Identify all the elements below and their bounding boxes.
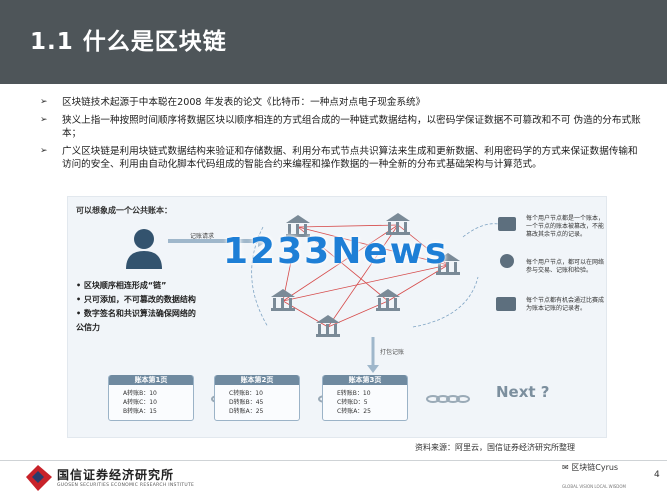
diagram-question: 可以想象成一个公共账本： [76, 206, 172, 215]
feature-item: • 区块顺序相连形成“链” [76, 281, 167, 290]
bullet-text: 狭义上指一种按照时间顺序将数据区块以顺序相连的方式组合成的一种链式数据结构，以密… [62, 114, 641, 140]
ledger-page-card: 账本第2页 C转账B：10 D转账B：45 D转账A：25 [214, 375, 300, 421]
bullet-item: ➢ 狭义上指一种按照时间顺序将数据区块以顺序相连的方式组合成的一种链式数据结构，… [40, 114, 646, 141]
ledger-row: A转账C：10 [123, 399, 157, 406]
page-title: 1.1 什么是区块链 [30, 29, 227, 55]
arrow-bullet-icon: ➢ [40, 145, 48, 156]
ledger-row: D转账A：25 [229, 408, 264, 415]
ledger-page-title: 账本第2页 [215, 375, 299, 385]
title-bar: 1.1 什么是区块链 [0, 0, 667, 84]
right-note: 每个用户节点，都可以在网络参与交易、记账和检验。 [526, 259, 605, 274]
company-name-en: GUOSEN SECURITIES ECONOMIC RESEARCH INST… [57, 483, 195, 488]
diagram-feature-list: • 区块顺序相连形成“链” • 只可添加，不可篡改的数据结构 • 数字签名和共识… [76, 279, 246, 335]
ledger-row: D转账B：45 [229, 399, 264, 406]
ledger-row: A转账B：10 [123, 390, 157, 397]
arrow-bullet-icon: ➢ [40, 97, 48, 107]
ledger-row: C转账A：25 [337, 408, 371, 415]
bullet-list: ➢ 区块链技术起源于中本聪在2008 年发表的论文《比特币：一种点对点电子现金系… [40, 96, 646, 176]
arrow-bullet-icon: ➢ [40, 114, 48, 125]
ledger-page-card: 账本第3页 E转账B：10 C转账D：5 C转账A：25 [322, 375, 408, 421]
pack-record-label: 打包记账 [380, 349, 405, 356]
watermark-text: 1233News [223, 231, 449, 272]
bullet-text: 广义区块链是利用块链式数据结构来验证和存储数据、利用分布式节点共识算法来生成和更… [62, 145, 638, 171]
ledger-row: C转账D：5 [337, 399, 368, 406]
right-note: 每个节点都有机会通过比赛成为账本记账的记录者。 [526, 297, 605, 312]
wechat-icon: ✉ [562, 463, 569, 472]
ledger-page-title: 账本第3页 [323, 375, 407, 385]
ledger-row: B转账A：15 [123, 408, 157, 415]
bullet-text: 区块链技术起源于中本聪在2008 年发表的论文《比特币：一种点对点电子现金系统》 [62, 97, 426, 108]
blockchain-diagram: 可以想象成一个公共账本： 记账请求 1233News • 区块顺序相连形成“链”… [67, 196, 607, 438]
next-label: Next ? [496, 383, 550, 401]
bullet-item: ➢ 广义区块链是利用块链式数据结构来验证和存储数据、利用分布式节点共识算法来生成… [40, 145, 646, 172]
ledger-row: C转账B：10 [229, 390, 263, 397]
ledger-row: E转账B：10 [337, 390, 371, 397]
record-request-label: 记账请求 [190, 233, 215, 240]
slogan-text: GLOBAL VISION LOCAL WISDOM [562, 484, 626, 489]
feature-item: 公信力 [76, 323, 100, 332]
wechat-label: ✉ 区块链Cyrus [562, 462, 618, 473]
page-number: 4 [654, 470, 660, 480]
right-note: 每个用户节点都是一个账本，一个节点的账本被篡改，不能篡改其余节点的记录。 [526, 215, 605, 238]
feature-item: • 数字签名和共识算法确保网络的 [76, 309, 196, 318]
bullet-item: ➢ 区块链技术起源于中本聪在2008 年发表的论文《比特币：一种点对点电子现金系… [40, 96, 646, 110]
guosen-logo-icon [26, 465, 52, 491]
ledger-page-card: 账本第1页 A转账B：10 A转账C：10 B转账A：15 [108, 375, 194, 421]
feature-item: • 只可添加，不可篡改的数据结构 [76, 295, 196, 304]
footer-divider [0, 460, 667, 461]
source-note: 资料来源：阿里云，国信证券经济研究所整理 [415, 443, 575, 452]
company-name-cn: 国信证券经济研究所 [57, 468, 175, 482]
user-avatar-icon [126, 229, 162, 269]
ledger-page-title: 账本第1页 [109, 375, 193, 385]
wechat-account: 区块链Cyrus [571, 463, 619, 472]
